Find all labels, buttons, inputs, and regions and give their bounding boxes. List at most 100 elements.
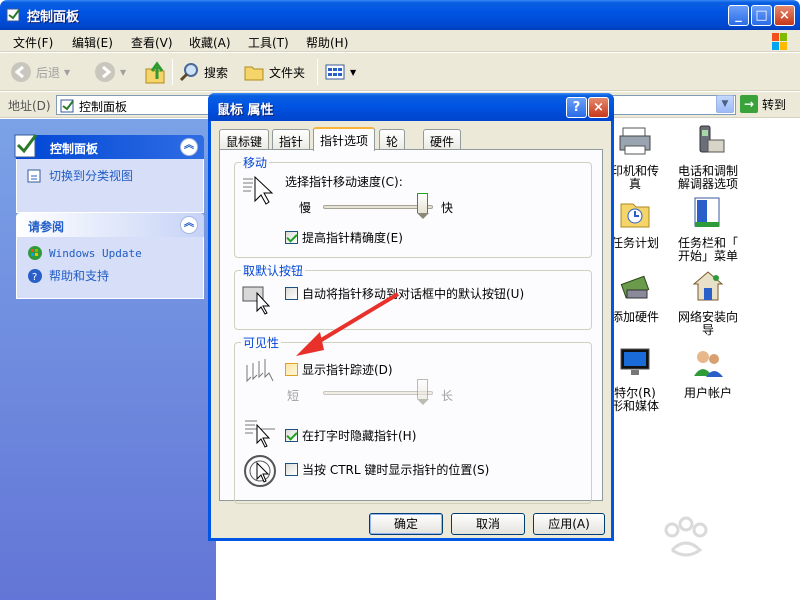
scheduled-tasks-label: 任务计划	[610, 236, 659, 250]
intel-graphics-item[interactable]: 特尔(R) 形和媒体	[605, 346, 665, 413]
svg-text:?: ?	[32, 272, 37, 283]
hide-while-typing-checkbox-row[interactable]: 在打字时隐藏指针(H)	[285, 427, 416, 444]
views-button[interactable]: ▼	[324, 59, 356, 85]
back-button[interactable]: 后退 ▼	[10, 59, 70, 85]
dialog-titlebar[interactable]: 鼠标 属性 ? ×	[208, 93, 614, 121]
go-arrow-icon: →	[740, 95, 758, 113]
speed-label: 选择指针移动速度(C):	[285, 175, 403, 189]
pointer-speed-illustration-icon	[243, 175, 274, 205]
menu-view[interactable]: 查看(V)	[131, 34, 173, 51]
user-accounts-icon	[694, 351, 723, 377]
help-button[interactable]: ?	[566, 97, 587, 118]
speed-slider-thumb[interactable]	[417, 193, 429, 219]
phone-modem-item[interactable]: 电话和调制 解调器选项	[672, 124, 744, 191]
folders-button[interactable]: 文件夹	[243, 59, 305, 85]
dropdown-arrow-icon: ▼	[120, 67, 127, 77]
menu-favorites[interactable]: 收藏(A)	[189, 34, 231, 51]
close-button[interactable]: ×	[774, 5, 795, 26]
folder-icon	[244, 66, 264, 81]
menu-edit[interactable]: 编辑(E)	[72, 34, 113, 51]
folders-label: 文件夹	[269, 65, 306, 80]
toolbar: 后退 ▼ ▼ 搜索 文件夹 ▼	[0, 53, 800, 91]
trail-long-label: 长	[441, 389, 454, 403]
printers-item[interactable]: 印机和传 真	[605, 124, 665, 191]
add-hardware-label: 添加硬件	[610, 310, 659, 324]
windows-update-link[interactable]: Windows Update	[27, 245, 193, 261]
back-arrow-icon	[11, 62, 31, 82]
fast-label: 快	[441, 201, 454, 215]
search-button[interactable]: 搜索	[178, 59, 228, 85]
views-icon	[325, 64, 345, 80]
minimize-button[interactable]: _	[728, 5, 749, 26]
address-value: 控制面板	[79, 100, 128, 114]
user-accounts-item[interactable]: 用户帐户	[672, 346, 744, 400]
ctrl-locate-checkbox[interactable]	[285, 463, 298, 476]
tab-pointers[interactable]: 指针	[272, 129, 311, 149]
search-icon	[179, 63, 198, 82]
user-accounts-label: 用户帐户	[683, 386, 732, 400]
forward-arrow-icon	[95, 62, 115, 82]
precision-checkbox[interactable]	[285, 231, 298, 244]
switch-category-view-label: 切换到分类视图	[49, 169, 134, 183]
panel-body: 切换到分类视图	[16, 159, 204, 213]
see-also-panel: 请参阅 ︽ Windows Update ? 帮助和支持	[16, 213, 204, 299]
menubar: 文件(F) 编辑(E) 查看(V) 收藏(A) 工具(T) 帮助(H)	[0, 30, 800, 52]
ctrl-locate-checkbox-row[interactable]: 当按 CTRL 键时显示指针的位置(S)	[285, 461, 489, 478]
control-panel-icon	[6, 8, 20, 22]
forward-button[interactable]: ▼	[94, 59, 126, 85]
precision-label: 提高指针精确度(E)	[302, 231, 403, 245]
switch-category-view-link[interactable]: 切换到分类视图	[27, 167, 193, 184]
windows-logo-icon	[772, 33, 787, 50]
panel-title: 请参阅	[28, 220, 65, 234]
menu-help[interactable]: 帮助(H)	[306, 34, 348, 51]
dropdown-arrow-icon: ▼	[350, 67, 357, 77]
intel-graphics-icon	[620, 348, 650, 375]
snap-to-illustration-icon	[242, 286, 271, 315]
tab-buttons[interactable]: 鼠标键	[219, 129, 270, 149]
phone-modem-label: 电话和调制 解调器选项	[677, 164, 738, 191]
dialog-title: 鼠标 属性	[217, 103, 274, 118]
cancel-button[interactable]: 取消	[451, 513, 525, 535]
collapse-chevron-icon[interactable]: ︽	[180, 138, 198, 156]
windows-update-label: Windows Update	[49, 246, 142, 260]
address-dropdown-button[interactable]: ▼	[716, 95, 734, 113]
dropdown-arrow-icon: ▼	[64, 67, 71, 77]
apply-button[interactable]: 应用(A)	[533, 513, 605, 535]
back-label: 后退	[36, 65, 61, 80]
control-panel-panel-header[interactable]: 控制面板 ︽	[14, 134, 204, 159]
collapse-chevron-icon[interactable]: ︽	[180, 216, 198, 234]
help-support-link[interactable]: ? 帮助和支持	[27, 267, 193, 284]
pointer-options-page: 移动 选择指针移动速度(C): 慢 快 提高指针精确度(E) 取默认按钮 自动将…	[219, 149, 603, 504]
menu-tools[interactable]: 工具(T)	[248, 34, 289, 51]
scheduled-tasks-item[interactable]: 任务计划	[605, 196, 665, 250]
dialog-body: 鼠标键 指针 指针选项 轮 硬件 移动 选择指针移动速度(C): 慢 快 提高指…	[211, 121, 611, 538]
dialog-close-button[interactable]: ×	[588, 97, 609, 118]
up-folder-icon[interactable]	[143, 59, 167, 85]
see-also-panel-header[interactable]: 请参阅 ︽	[16, 213, 204, 237]
category-view-icon	[27, 169, 41, 182]
address-label: 地址(D)	[8, 99, 51, 113]
hide-while-typing-checkbox[interactable]	[285, 429, 298, 442]
pointer-trails-illustration-icon	[246, 359, 274, 383]
task-pane: 控制面板 ︽ 切换到分类视图 请参阅 ︽ Windows Update ? 帮助…	[0, 119, 216, 600]
hide-pointer-illustration-icon	[245, 420, 275, 448]
menu-file[interactable]: 文件(F)	[13, 34, 53, 51]
precision-checkbox-row[interactable]: 提高指针精确度(E)	[285, 229, 403, 246]
taskbar-item[interactable]: 任务栏和「 开始」菜单	[672, 196, 744, 263]
maximize-button[interactable]: □	[751, 5, 772, 26]
tab-pointer-options[interactable]: 指针选项	[313, 127, 376, 151]
tab-hardware[interactable]: 硬件	[423, 129, 462, 149]
ctrl-locate-illustration-icon	[244, 455, 276, 487]
go-button[interactable]: → 转到	[740, 95, 786, 113]
ok-button[interactable]: 确定	[369, 513, 443, 535]
window-titlebar[interactable]: 控制面板 _ □ ×	[0, 0, 800, 30]
visibility-group-title: 可见性	[241, 334, 282, 351]
network-setup-item[interactable]: 网络安装向 导	[672, 270, 744, 337]
add-hardware-item[interactable]: 添加硬件	[605, 270, 665, 324]
taskbar-icon	[694, 197, 720, 227]
tab-wheel[interactable]: 轮	[379, 129, 406, 149]
window-title: 控制面板	[27, 10, 80, 25]
motion-group: 移动 选择指针移动速度(C): 慢 快 提高指针精确度(E)	[234, 154, 592, 258]
trail-length-slider-thumb	[417, 379, 429, 405]
help-icon: ?	[28, 268, 42, 283]
